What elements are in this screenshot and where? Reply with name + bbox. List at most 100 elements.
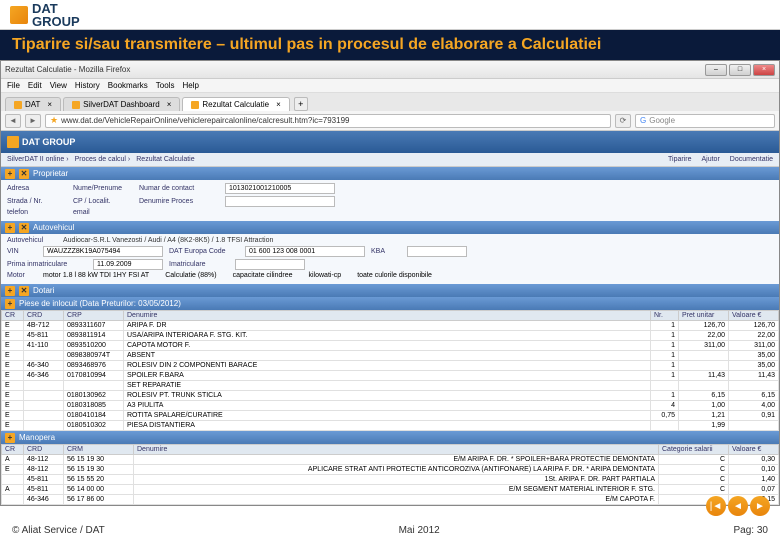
slide-title: Tiparire si/sau transmitere – ultimul pa…	[0, 30, 780, 60]
table-row: E46-3400893468976ROLESIV DIN 2 COMPONENT…	[2, 361, 779, 371]
menu-item[interactable]: File	[7, 81, 20, 90]
label: Adresa	[7, 185, 67, 192]
dat-logo: DAT GROUP	[10, 2, 80, 28]
label: Numar de contact	[139, 185, 219, 192]
label: VIN	[7, 248, 37, 255]
page-logo-icon	[7, 136, 19, 148]
calc-label: Calculatie (88%)	[165, 272, 216, 279]
new-tab-button[interactable]: +	[294, 97, 308, 111]
menu-bar: File Edit View History Bookmarks Tools Help	[1, 79, 779, 93]
table-row: A48-11256 15 19 30E/M ARIPA F. DR. * SPO…	[2, 455, 779, 465]
favicon-icon: ★	[50, 115, 58, 126]
label: Prima inmatriculare	[7, 261, 87, 268]
menu-item[interactable]: Help	[182, 81, 198, 90]
page-logo: DAT GROUP	[7, 136, 75, 148]
logo-top: DAT	[32, 2, 80, 15]
crumb-link[interactable]: Ajutor	[702, 156, 720, 163]
tab[interactable]: Rezultat Calculatie×	[182, 97, 289, 111]
label: Denumire Proces	[139, 198, 219, 205]
expand-icon[interactable]: +	[5, 299, 15, 309]
table-row: E0180130962ROLESIV PT. TRUNK STICLA16,15…	[2, 391, 779, 401]
maximize-button[interactable]: □	[729, 64, 751, 76]
forward-button[interactable]: ►	[25, 114, 41, 128]
tab-close-icon[interactable]: ×	[167, 100, 172, 109]
tool-icon[interactable]: ✕	[19, 223, 29, 233]
tool-icon[interactable]: ✕	[19, 286, 29, 296]
section-dotari: + ✕ Dotari	[1, 284, 779, 297]
menu-item[interactable]: Tools	[156, 81, 175, 90]
tab[interactable]: SilverDAT Dashboard×	[63, 97, 180, 111]
expand-icon[interactable]: +	[5, 286, 15, 296]
minimize-button[interactable]: –	[705, 64, 727, 76]
back-button[interactable]: ◄	[5, 114, 21, 128]
url-input[interactable]: ★www.dat.de/VehicleRepairOnline/vehicler…	[45, 114, 611, 128]
address-bar: ◄ ► ★www.dat.de/VehicleRepairOnline/vehi…	[1, 111, 779, 131]
culoare-label: toate culorile disponibile	[357, 272, 432, 279]
tool-icon[interactable]: ✕	[19, 169, 29, 179]
section-proprietar: + ✕ Proprietar	[1, 167, 779, 180]
imat-input[interactable]	[235, 259, 305, 270]
table-row: A45-81156 14 00 00E/M SEGMENT MATERIAL I…	[2, 485, 779, 495]
label: Autovehicul	[7, 237, 57, 244]
reload-button[interactable]: ⟳	[615, 114, 631, 128]
kba-input[interactable]	[407, 246, 467, 257]
expand-icon[interactable]: +	[5, 223, 15, 233]
table-row: E46-3460170810994SPOILER F.BARA111,4311,…	[2, 371, 779, 381]
table-row: E45-8110893811914USA/ARIPA INTERIOARA F.…	[2, 331, 779, 341]
cil-label: capacitate cilindree	[233, 272, 293, 279]
browser-window: Rezultat Calculatie - Mozilla Firefox – …	[0, 60, 780, 506]
piese-table: CRCRDCRPDenumireNr.Pret unitarValoare €E…	[1, 310, 779, 431]
label: Motor	[7, 272, 37, 279]
label: CP / Localit.	[73, 198, 133, 205]
prima-input[interactable]	[93, 259, 163, 270]
vin-input[interactable]	[43, 246, 163, 257]
label: email	[73, 209, 133, 216]
tabs: DAT×SilverDAT Dashboard×Rezultat Calcula…	[1, 93, 779, 111]
nav-first-button[interactable]: |◄	[706, 496, 726, 516]
section-piese: + Piese de inlocuit (Data Preturilor: 03…	[1, 297, 779, 310]
nav-next-button[interactable]: ►	[750, 496, 770, 516]
page-num: Pag: 30	[734, 525, 768, 536]
logo-icon	[10, 6, 28, 24]
page-header: DAT GROUP	[1, 131, 779, 153]
slide-footer: © Aliat Service / DAT Mai 2012 Pag: 30	[0, 520, 780, 540]
table-row: E0180510302PIESA DISTANTIERA1,99	[2, 421, 779, 431]
crumb-item[interactable]: SilverDAT II online ›	[7, 156, 69, 163]
crumb-item[interactable]: Rezultat Calculatie	[136, 156, 194, 163]
table-row: E0898380974TABSENT135,00	[2, 351, 779, 361]
tab-favicon-icon	[72, 101, 80, 109]
dateuro-input[interactable]	[245, 246, 365, 257]
expand-icon[interactable]: +	[5, 169, 15, 179]
search-input[interactable]: GGoogle	[635, 114, 775, 128]
nav-prev-button[interactable]: ◄	[728, 496, 748, 516]
label: KBA	[371, 248, 401, 255]
menu-item[interactable]: Bookmarks	[108, 81, 148, 90]
tab[interactable]: DAT×	[5, 97, 61, 111]
tab-close-icon[interactable]: ×	[276, 100, 281, 109]
contact-input[interactable]	[225, 183, 335, 194]
table-row: E48-11256 15 19 30APLICARE STRAT ANTI PR…	[2, 465, 779, 475]
crumb-item[interactable]: Proces de calcul ›	[75, 156, 131, 163]
kw-label: kilowati-cp	[309, 272, 342, 279]
table-row: E41-1100893510200CAPOTA MOTOR F.1311,003…	[2, 341, 779, 351]
expand-icon[interactable]: +	[5, 433, 15, 443]
label: telefon	[7, 209, 67, 216]
manopera-table: CRCRDCRMDenumireCategorie salariiValoare…	[1, 444, 779, 505]
slide-header: DAT GROUP	[0, 0, 780, 30]
vehicle-desc: Audiocar-S.R.L Vanezosti / Audi / A4 (8K…	[63, 237, 273, 244]
menu-item[interactable]: History	[75, 81, 100, 90]
crumb-link[interactable]: Documentatie	[730, 156, 773, 163]
date: Mai 2012	[399, 525, 440, 536]
label: Strada / Nr.	[7, 198, 67, 205]
copyright: © Aliat Service / DAT	[12, 525, 105, 536]
proces-input[interactable]	[225, 196, 335, 207]
tab-close-icon[interactable]: ×	[47, 100, 52, 109]
close-button[interactable]: ×	[753, 64, 775, 76]
crumb-link[interactable]: Tiparire	[668, 156, 691, 163]
titlebar: Rezultat Calculatie - Mozilla Firefox – …	[1, 61, 779, 79]
menu-item[interactable]: View	[50, 81, 67, 90]
table-row: ESET REPARATIE	[2, 381, 779, 391]
tab-favicon-icon	[191, 101, 199, 109]
menu-item[interactable]: Edit	[28, 81, 42, 90]
breadcrumb: SilverDAT II online › Proces de calcul › R…	[1, 153, 779, 167]
